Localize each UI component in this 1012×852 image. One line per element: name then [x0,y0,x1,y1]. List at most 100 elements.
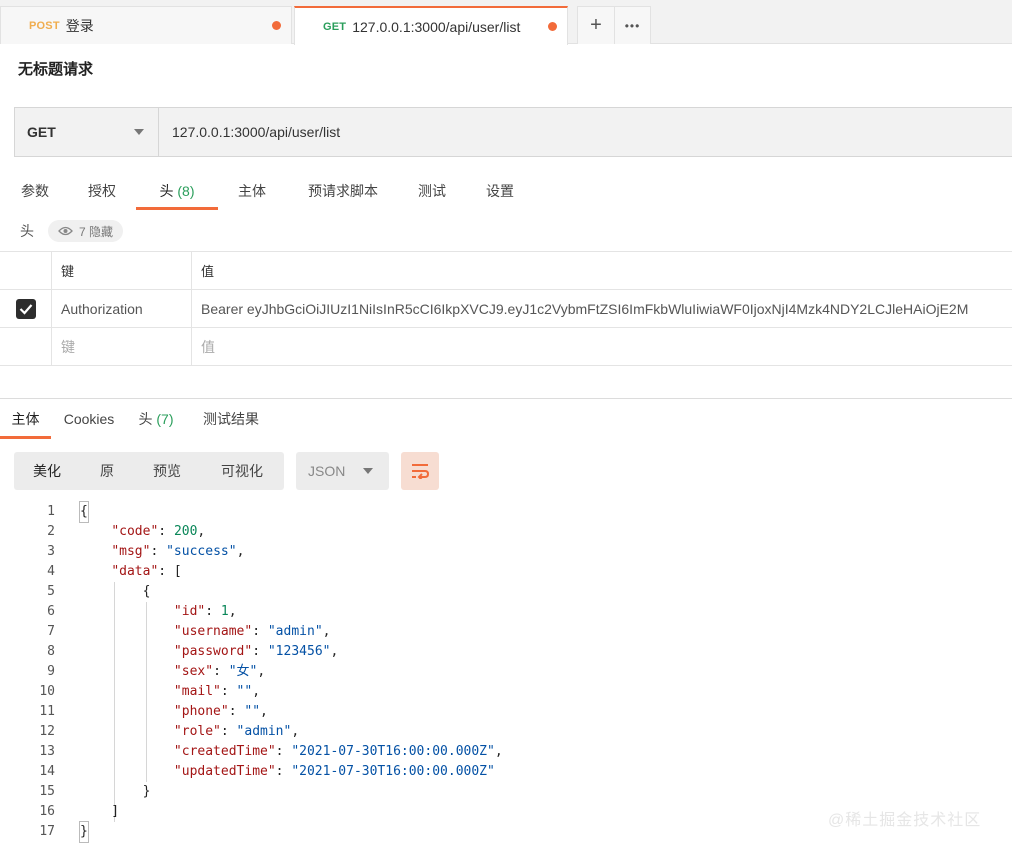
headers-subheader: 头 7 隐藏 [20,220,124,242]
eye-icon [58,226,73,236]
tab-auth[interactable]: 授权 [80,172,124,210]
tab-actions: + ••• [577,6,651,44]
chevron-down-icon [363,468,373,474]
header-key-field[interactable]: Authorization [52,290,192,327]
checkbox-column-header [0,252,52,289]
code-text: "data": [ [111,564,182,579]
format-toggle-group: 美化 原 预览 可视化 [14,452,284,490]
code-text: } [80,784,151,799]
code-line: 10 "mail": "", [0,682,1012,702]
header-value-field[interactable]: Bearer eyJhbGciOiJIUzI1NiIsInR5cCI6IkpXV… [192,290,1012,327]
line-number: 17 [39,824,55,839]
code-line: 13 "createdTime": "2021-07-30T16:00:00.0… [0,742,1012,762]
table-header-row: 键 值 [0,252,1012,290]
code-text: "phone": "", [173,704,268,719]
unsaved-dot-icon [272,21,281,30]
line-number: 15 [39,784,55,799]
code-text: "code": 200, [111,524,206,539]
wrap-lines-icon [412,464,430,479]
tab-post-login[interactable]: POST 登录 [0,6,292,44]
new-value-field[interactable]: 值 [192,328,1012,365]
tab-label: 测试结果 [203,411,259,427]
tab-label: 授权 [88,183,116,199]
hidden-headers-toggle[interactable]: 7 隐藏 [48,220,124,242]
headers-label: 头 [20,223,34,239]
tab-pre-request-script[interactable]: 预请求脚本 [298,172,388,210]
request-title[interactable]: 无标题请求 [18,58,93,79]
code-text: ] [80,804,120,819]
code-line: 4 "data": [ [0,562,1012,582]
tab-params[interactable]: 参数 [14,172,56,210]
headers-table: 键 值 Authorization Bearer eyJhbGciOiJIUzI… [0,251,1012,366]
request-tabs: 参数 授权 头 (8) 主体 预请求脚本 测试 设置 [0,172,1012,212]
code-text: "msg": "success", [111,544,245,559]
response-divider[interactable] [0,398,1012,399]
tab-settings[interactable]: 设置 [478,172,522,210]
preview-button[interactable]: 预览 [134,452,200,490]
response-body-viewer[interactable]: 1{2 "code": 200, 3 "msg": "success", 4 "da… [0,501,1012,843]
code-line: 11 "phone": "", [0,702,1012,722]
enabled-checkbox[interactable] [15,298,36,319]
tab-label: 头 [138,411,153,427]
tab-bar: POST 登录 GET 127.0.0.1:3000/api/user/list… [0,0,1012,45]
tab-method-post: POST [29,19,60,32]
code-line: 5 { [0,582,1012,602]
tab-response-body[interactable]: 主体 [0,400,51,439]
line-number: 3 [47,544,55,559]
tab-body[interactable]: 主体 [230,172,274,210]
tab-label: 主体 [11,411,40,427]
pretty-button[interactable]: 美化 [14,452,80,490]
code-text: "createdTime": "2021-07-30T16:00:00.000Z… [173,744,503,759]
line-number: 14 [39,764,55,779]
code-line: 6 "id": 1, [0,602,1012,622]
tab-count: (8) [177,183,195,199]
plus-icon[interactable]: + [578,7,614,44]
tab-tests[interactable]: 测试 [410,172,454,210]
code-text: "id": 1, [173,604,237,619]
tab-label: 参数 [21,183,49,199]
chevron-down-icon [134,129,144,135]
code-line: 15 } [0,782,1012,802]
code-line: 3 "msg": "success", [0,542,1012,562]
tab-get-user-list[interactable]: GET 127.0.0.1:3000/api/user/list [294,6,568,45]
line-number: 10 [39,684,55,699]
line-number: 9 [47,664,55,679]
code-text: "username": "admin", [173,624,331,639]
checkbox-cell [0,290,52,327]
new-key-field[interactable]: 键 [52,328,192,365]
wrap-lines-button[interactable] [401,452,439,490]
checkbox-cell [0,328,52,365]
checkmark-icon [19,303,32,315]
tab-test-results[interactable]: 测试结果 [198,400,264,439]
line-number: 1 [47,504,55,519]
code-text: "sex": "女", [173,664,266,679]
format-select-value: JSON [308,463,346,479]
code-text: } [79,821,89,843]
visualize-button[interactable]: 可视化 [200,452,284,490]
line-number: 7 [47,624,55,639]
tab-headers[interactable]: 头 (8) [136,172,218,210]
code-text: "updatedTime": "2021-07-30T16:00:00.000Z… [173,764,495,779]
response-tabs: 主体 Cookies 头 (7) 测试结果 [0,400,1012,440]
tab-label: 头 [159,183,174,199]
method-value: GET [27,124,56,140]
code-line: 1{ [0,501,1012,523]
table-row-empty: 键 值 [0,328,1012,366]
line-number: 13 [39,744,55,759]
code-text: { [79,501,89,523]
tab-label: Cookies [63,411,115,427]
code-text: "password": "123456", [173,644,339,659]
code-line: 8 "password": "123456", [0,642,1012,662]
code-line: 12 "role": "admin", [0,722,1012,742]
tab-response-headers[interactable]: 头 (7) [132,400,180,439]
code-text: "role": "admin", [173,724,300,739]
format-select[interactable]: JSON [296,452,389,490]
raw-button[interactable]: 原 [80,452,134,490]
url-bar: GET 127.0.0.1:3000/api/user/list [14,107,1012,157]
tab-cookies[interactable]: Cookies [58,400,120,439]
code-line: 2 "code": 200, [0,522,1012,542]
line-number: 6 [47,604,55,619]
more-icon[interactable]: ••• [614,7,650,44]
method-select[interactable]: GET [15,108,159,156]
url-input[interactable]: 127.0.0.1:3000/api/user/list [159,108,1012,156]
